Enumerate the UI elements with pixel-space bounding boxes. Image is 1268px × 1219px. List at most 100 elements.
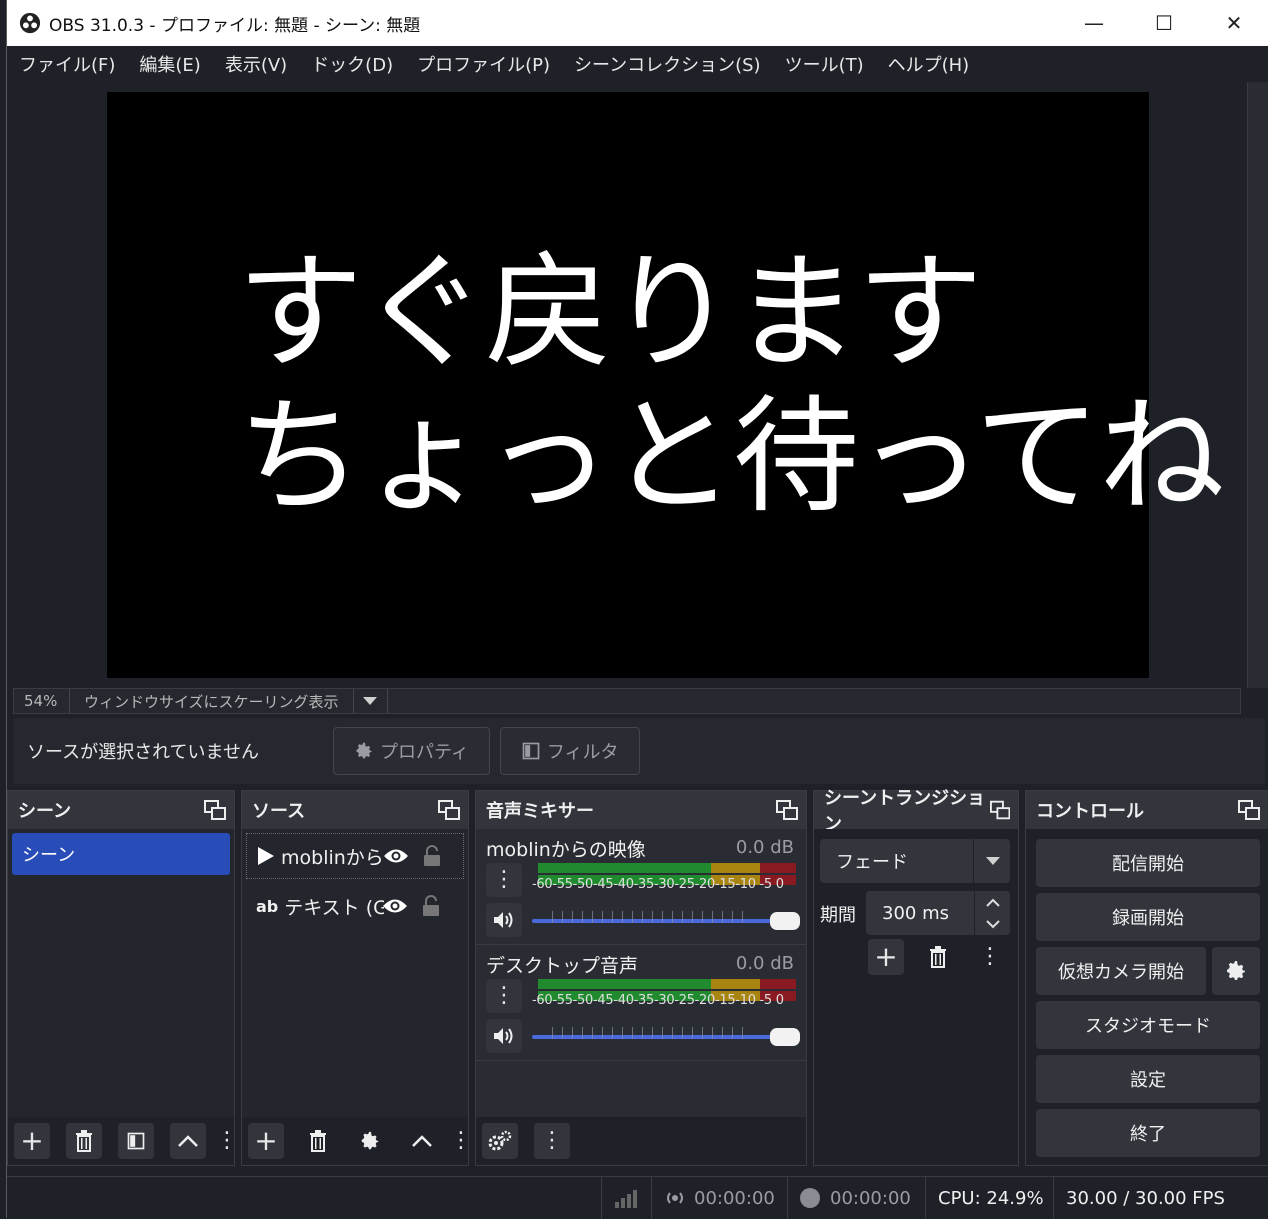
mixer-channels: moblinからの映像 0.0 dB ⋮ -60-55-50-45-40-35-… [476, 829, 806, 1117]
network-status [601, 1177, 651, 1219]
menu-edit[interactable]: 編集(E) [139, 51, 200, 77]
menu-profile[interactable]: プロファイル(P) [417, 51, 550, 77]
start-streaming-button[interactable]: 配信開始 [1036, 839, 1260, 887]
audio-mixer-title: 音声ミキサー [486, 801, 594, 822]
status-bar: 00:00:00 00:00:00 CPU: 24.9% 30.00 / 30.… [7, 1176, 1268, 1219]
undock-icon[interactable] [204, 800, 226, 820]
duration-input[interactable]: 300 ms [866, 891, 1010, 935]
scenes-dock-title: シーン [18, 801, 72, 822]
visibility-eye-icon[interactable] [383, 847, 409, 865]
transition-select[interactable]: フェード [820, 839, 1010, 883]
channel-name: moblinからの映像 [486, 839, 646, 861]
volume-slider-handle[interactable] [770, 912, 800, 930]
chevron-up-icon [412, 1135, 432, 1147]
preview-area: すぐ戻ります ちょっと待ってね [7, 82, 1247, 688]
volume-slider[interactable] [532, 1027, 800, 1046]
sources-list: moblinから ab テキスト (GDI+) [242, 829, 468, 1117]
record-status: 00:00:00 [787, 1177, 925, 1219]
window-title: OBS 31.0.3 - プロファイル: 無題 - シーン: 無題 [49, 15, 421, 36]
menu-file[interactable]: ファイル(F) [19, 51, 115, 77]
audio-mixer-dock: 音声ミキサー moblinからの映像 0.0 dB ⋮ -60-55-50-45… [475, 790, 807, 1166]
undock-icon[interactable] [438, 800, 460, 820]
duration-value: 300 ms [882, 902, 949, 924]
start-recording-button[interactable]: 録画開始 [1036, 893, 1260, 941]
minimize-button[interactable]: — [1059, 0, 1129, 46]
duration-label: 期間 [820, 905, 856, 926]
mixer-channel: デスクトップ音声 0.0 dB ⋮ -60-55-50-45-40-35-30-… [476, 945, 806, 1061]
properties-button[interactable]: プロパティ [333, 727, 490, 775]
menu-help[interactable]: ヘルプ(H) [888, 51, 970, 77]
cpu-value: CPU: 24.9% [938, 1187, 1044, 1209]
add-source-button[interactable]: + [248, 1123, 284, 1159]
remove-scene-button[interactable] [66, 1123, 102, 1159]
plus-icon: + [874, 940, 898, 973]
sources-more-button[interactable]: ⋮ [450, 1123, 472, 1159]
menu-scene-collection[interactable]: シーンコレクション(S) [574, 51, 761, 77]
maximize-button[interactable]: ☐ [1129, 0, 1199, 46]
trash-icon [76, 1130, 92, 1152]
meter-scale: -60-55-50-45-40-35-30-25-20-15-10 -5 0 [532, 993, 784, 1008]
add-transition-button[interactable]: + [868, 939, 904, 975]
preview-scrollbar[interactable] [1247, 82, 1268, 688]
scale-mode-label: ウィンドウサイズにスケーリング表示 [70, 689, 354, 713]
start-virtual-camera-button[interactable]: 仮想カメラ開始 [1036, 947, 1206, 995]
gears-icon [488, 1130, 512, 1151]
source-name: テキスト (GDI+) [284, 896, 385, 919]
chevron-down-icon[interactable] [985, 919, 1000, 929]
source-item[interactable]: ab テキスト (GDI+) [246, 883, 464, 929]
channel-db: 0.0 dB [735, 837, 794, 858]
scene-filters-button[interactable] [118, 1123, 154, 1159]
undock-icon[interactable] [776, 800, 798, 820]
transition-more-button[interactable]: ⋮ [972, 939, 1008, 975]
undock-icon[interactable] [1238, 800, 1260, 820]
add-scene-button[interactable]: + [14, 1123, 50, 1159]
speaker-icon [494, 912, 513, 928]
move-source-up-button[interactable] [404, 1123, 440, 1159]
scene-item[interactable]: シーン [12, 833, 230, 875]
undock-icon[interactable] [989, 800, 1010, 820]
menu-docks[interactable]: ドック(D) [311, 51, 393, 77]
mute-button[interactable] [486, 1019, 522, 1053]
preview-text-line2: ちょっと待ってね [237, 383, 1225, 530]
close-button[interactable]: ✕ [1199, 0, 1268, 46]
mixer-more-button[interactable]: ⋮ [534, 1123, 570, 1159]
volume-slider-handle[interactable] [770, 1028, 800, 1046]
preview-canvas[interactable]: すぐ戻ります ちょっと待ってね [107, 92, 1225, 678]
obs-window: OBS 31.0.3 - プロファイル: 無題 - シーン: 無題 — ☐ ✕ … [6, 0, 1268, 1219]
lock-icon[interactable] [423, 845, 441, 867]
remove-source-button[interactable] [300, 1123, 336, 1159]
lock-icon[interactable] [422, 895, 440, 917]
gear-icon [1227, 961, 1245, 980]
remove-transition-button[interactable] [920, 939, 956, 975]
source-item[interactable]: moblinから [246, 833, 464, 879]
scale-mode-dropdown[interactable] [354, 689, 388, 713]
studio-mode-button[interactable]: スタジオモード [1036, 1001, 1260, 1049]
menu-tools[interactable]: ツール(T) [785, 51, 864, 77]
fps-value: 30.00 / 30.00 FPS [1066, 1187, 1225, 1209]
menu-view[interactable]: 表示(V) [225, 51, 287, 77]
scene-transitions-dock: シーントランジション フェード 期間 300 ms + ⋮ [813, 788, 1019, 1166]
scenes-more-button[interactable]: ⋮ [216, 1123, 238, 1159]
source-properties-button[interactable] [352, 1123, 388, 1159]
visibility-eye-icon[interactable] [382, 897, 408, 915]
gear-icon [356, 742, 372, 759]
channel-menu-button[interactable]: ⋮ [486, 863, 522, 897]
play-icon [258, 847, 274, 865]
channel-menu-button[interactable]: ⋮ [486, 979, 522, 1013]
exit-button[interactable]: 終了 [1036, 1109, 1260, 1157]
trash-icon [310, 1130, 326, 1152]
settings-button[interactable]: 設定 [1036, 1055, 1260, 1103]
more-vertical-icon: ⋮ [450, 1128, 472, 1153]
chevron-up-icon [178, 1135, 198, 1147]
signal-bars-icon [615, 1190, 637, 1208]
advanced-audio-button[interactable] [482, 1123, 518, 1159]
filters-button[interactable]: フィルタ [499, 727, 640, 775]
more-vertical-icon: ⋮ [493, 867, 515, 892]
chevron-up-icon[interactable] [985, 898, 1000, 907]
move-scene-up-button[interactable] [170, 1123, 206, 1159]
mute-button[interactable] [486, 903, 522, 937]
channel-name: デスクトップ音声 [486, 955, 639, 977]
volume-slider[interactable] [532, 911, 800, 930]
obs-logo-icon [19, 12, 41, 34]
virtual-camera-settings-button[interactable] [1212, 947, 1260, 995]
